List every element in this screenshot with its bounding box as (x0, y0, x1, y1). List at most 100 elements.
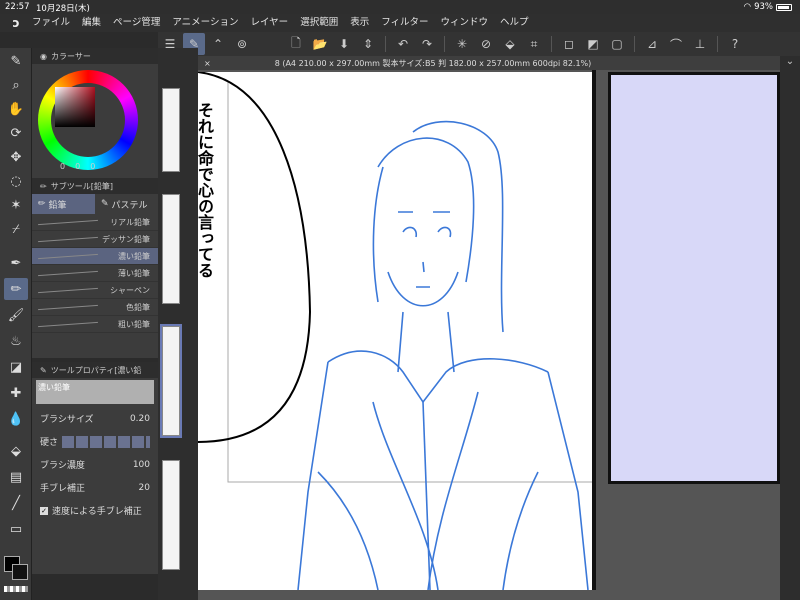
crop-icon[interactable]: ⌗ (523, 33, 545, 55)
help-icon[interactable]: ? (724, 33, 746, 55)
menu-layer[interactable]: レイヤー (244, 14, 294, 32)
move-icon[interactable]: ✥ (4, 146, 28, 168)
checkbox[interactable]: ✓ (40, 506, 48, 515)
stabilization-row: 手ブレ補正 20 (40, 482, 150, 495)
menu-view[interactable]: 表示 (344, 14, 375, 32)
tab-pencil[interactable]: ✏ 鉛筆 (32, 194, 95, 214)
pencil-icon[interactable]: ✏ (4, 278, 28, 300)
gradient-icon[interactable]: ▤ (4, 466, 28, 488)
open-folder-icon[interactable]: 📂 (309, 33, 331, 55)
tab-pastel[interactable]: ✎ パステル (95, 194, 158, 214)
frame-icon[interactable]: ▭ (4, 518, 28, 540)
selection-icon[interactable]: ▢ (606, 33, 628, 55)
fill-icon[interactable]: ⬙ (499, 33, 521, 55)
subtool-header: ✏ サブツール[鉛筆] (32, 178, 158, 194)
invert-icon[interactable]: ◩ (582, 33, 604, 55)
pencil-tab-icon: ✏ (38, 199, 46, 209)
color-panel-header: ◉ カラーサー (32, 48, 158, 64)
redo-icon[interactable]: ↷ (416, 33, 438, 55)
page-thumb[interactable] (162, 88, 180, 172)
battery-percent: 93% (754, 2, 773, 12)
brush-item[interactable]: 粗い鉛筆 (32, 316, 158, 333)
save-icon[interactable]: ⬇ (333, 33, 355, 55)
airbrush-icon[interactable]: ♨ (4, 330, 28, 352)
tool-palette: ✎ ⌕ ✋ ⟳ ✥ ◌ ✶ ⌿ ✒ ✏ 🖌 ♨ ◪ ✚ 💧 ⬙ ▤ ╱ ▭ (0, 48, 32, 600)
page-thumb-selected[interactable] (160, 324, 182, 438)
wifi-icon: ◠ (743, 2, 752, 12)
color-square[interactable] (55, 87, 95, 127)
close-tab-icon[interactable]: × (204, 59, 211, 68)
density-value[interactable]: 100 (133, 460, 150, 470)
blend-icon[interactable]: 💧 (4, 408, 28, 430)
subtool-title: サブツール[鉛筆] (50, 181, 113, 191)
brush-size-value[interactable]: 0.20 (130, 414, 150, 424)
hand-icon[interactable]: ✋ (4, 98, 28, 120)
brush-item[interactable]: 色鉛筆 (32, 299, 158, 316)
new-file-icon[interactable]: 🗋 (285, 33, 307, 55)
brush-icon-2[interactable]: 🖌 (4, 304, 28, 326)
chevron-down-icon[interactable]: ⌄ (780, 56, 800, 67)
zoom-icon[interactable]: ⌕ (4, 74, 28, 96)
tool-property-header: ✎ ツールプロパティ[濃い鉛 (32, 362, 158, 378)
menu-help[interactable]: ヘルプ (494, 14, 535, 32)
menu-page[interactable]: ページ管理 (107, 14, 166, 32)
rgb-values: 0 0 0 (60, 162, 95, 171)
ruler-icon[interactable]: ⊿ (641, 33, 663, 55)
right-scroll-area[interactable]: ⌄ (780, 56, 800, 600)
menu-window[interactable]: ウィンドウ (435, 14, 495, 32)
sketch-drawing (198, 72, 596, 590)
manga-page[interactable]: それに命で心の言ってる (198, 72, 596, 590)
status-time: 22:57 (5, 2, 30, 12)
updown-icon[interactable]: ⇕ (357, 33, 379, 55)
stabilization-value[interactable]: 20 (139, 483, 150, 493)
brush-item-active[interactable]: 濃い鉛筆 (32, 248, 158, 265)
magic-wand-icon[interactable]: ✶ (4, 194, 28, 216)
deselect-icon[interactable]: ◻ (558, 33, 580, 55)
menu-animation[interactable]: アニメーション (166, 14, 244, 32)
brush-tool-icon[interactable]: ✎ (4, 50, 28, 72)
menu-filter[interactable]: フィルター (375, 14, 434, 32)
menu-edit[interactable]: 編集 (76, 14, 107, 32)
right-panel-frame[interactable] (608, 72, 780, 484)
decoration-icon[interactable]: ✚ (4, 382, 28, 404)
layers-icon[interactable]: ⊚ (231, 33, 253, 55)
pencil-small-icon: ✏ (40, 181, 47, 191)
brush-icon[interactable]: ⌒ (665, 33, 687, 55)
status-right: ◠ 93% (744, 2, 792, 12)
blue-value: 0 (90, 162, 96, 171)
menu-selection[interactable]: 選択範囲 (294, 14, 344, 32)
page-thumb[interactable] (162, 460, 180, 570)
brush-item[interactable]: 薄い鉛筆 (32, 265, 158, 282)
transparent-swatch[interactable] (4, 586, 28, 592)
level-icon[interactable]: ⊥ (689, 33, 711, 55)
eraser-icon[interactable]: ◪ (4, 356, 28, 378)
undo-icon[interactable]: ↶ (392, 33, 414, 55)
figure-icon[interactable]: ╱ (4, 492, 28, 514)
wrench-icon: ✎ (40, 365, 47, 375)
battery-icon (776, 3, 792, 11)
sub-color-swatch[interactable] (12, 564, 28, 580)
app-logo-icon[interactable]: ↄ (6, 14, 26, 32)
menu-file[interactable]: ファイル (26, 14, 76, 32)
color-wheel[interactable] (38, 70, 138, 170)
pen-icon[interactable]: ✒ (4, 252, 28, 274)
document-tab[interactable]: × 8 (A4 210.00 x 297.00mm 製本サイズ:B5 判 182… (198, 56, 780, 70)
lasso-icon[interactable]: ◌ (4, 170, 28, 192)
brush-item[interactable]: デッサン鉛筆 (32, 231, 158, 248)
chevron-up-icon[interactable]: ⌃ (207, 33, 229, 55)
eyedropper-icon[interactable]: ⌿ (4, 218, 28, 240)
page-thumb[interactable] (162, 194, 180, 304)
red-value: 0 (60, 162, 66, 171)
color-panel-title: カラーサー (50, 51, 91, 61)
command-bar: ☰ ✎ ⌃ ⊚ 🗋 📂 ⬇ ⇕ ↶ ↷ ✳ ⊘ ⬙ ⌗ ◻ ◩ ▢ ⊿ ⌒ ⊥ … (158, 32, 800, 56)
brush-item[interactable]: リアル鉛筆 (32, 214, 158, 231)
brush-size-row: ブラシサイズ 0.20 (40, 413, 150, 426)
document-title: 8 (A4 210.00 x 297.00mm 製本サイズ:B5 判 182.0… (274, 58, 592, 68)
rotate-icon[interactable]: ⟳ (4, 122, 28, 144)
loading-icon[interactable]: ✳ (451, 33, 473, 55)
clear-icon[interactable]: ⊘ (475, 33, 497, 55)
fill-tool-icon[interactable]: ⬙ (4, 440, 28, 462)
brush-item[interactable]: シャーペン (32, 282, 158, 299)
speech-bubble-text: それに命で心の言ってる (198, 102, 214, 278)
hardness-stepper[interactable] (62, 435, 150, 448)
